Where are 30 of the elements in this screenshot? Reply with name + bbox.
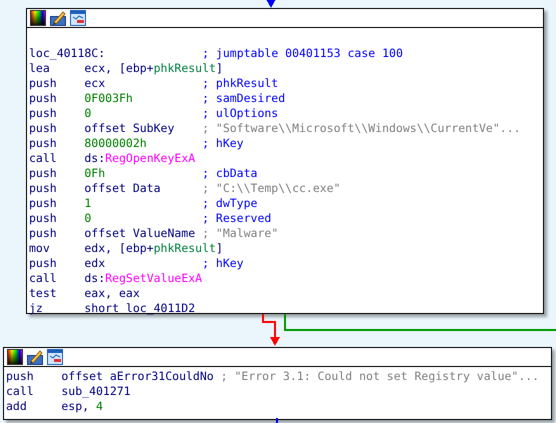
code-line: push offset Data ; "C:\\Temp\\cc.exe"	[29, 181, 341, 196]
code-line: push edx ; hKey	[29, 256, 244, 271]
code-line: push 0F003Fh ; samDesired	[29, 91, 286, 106]
flow-line	[276, 418, 278, 423]
code-line: jz short loc_4011D2	[29, 301, 196, 316]
code-line: call sub_401271	[6, 384, 132, 399]
code-line: call ds:RegOpenKeyExA	[29, 151, 196, 166]
code-line: push ecx ; phkResult	[29, 76, 278, 91]
code-line: push offset ValueName ; "Malware"	[29, 226, 278, 241]
code-line: push 0 ; Reserved	[29, 211, 272, 226]
code-line: push 1 ; dwType	[29, 196, 258, 211]
flow-arrow	[266, 0, 276, 8]
pencil-icon[interactable]	[27, 349, 43, 365]
flow-arrow	[262, 314, 280, 346]
code-line: add esp, 4	[6, 399, 104, 414]
code-line: lea ecx, [ebp+phkResult]	[29, 61, 224, 76]
code-line: push 0Fh ; cbData	[29, 166, 258, 181]
code-line: call ds:RegSetValueExA	[29, 271, 204, 286]
code-line: push offset aError31CouldNo ; "Error 3.1: Could not set Registry value"...	[6, 369, 540, 384]
code-line: loc_40118C: ; jumptable 00401153 case 100	[29, 46, 403, 61]
graph-window-icon[interactable]	[47, 349, 63, 365]
code-line: push offset SubKey ; "Software\\Microsoft\\Windows\\CurrentVe"...	[29, 121, 521, 136]
graph-window-icon[interactable]	[70, 10, 86, 26]
code-line: push 0 ; ulOptions	[29, 106, 278, 121]
code-line: push 80000002h ; hKey	[29, 136, 244, 151]
pencil-icon[interactable]	[50, 10, 66, 26]
code-line: test eax, eax	[29, 286, 141, 301]
palette-icon[interactable]	[30, 10, 46, 26]
code-line: mov edx, [ebp+phkResult]	[29, 241, 224, 256]
palette-icon[interactable]	[7, 349, 23, 365]
